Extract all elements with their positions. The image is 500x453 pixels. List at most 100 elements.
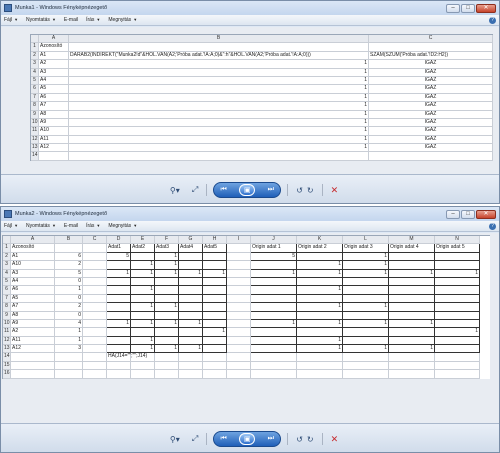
zoom-icon[interactable]: ⚲▾ (162, 432, 188, 446)
delete-icon[interactable]: ✕ (331, 183, 339, 197)
menu-print[interactable]: Nyomtatás ▼ (26, 223, 56, 229)
menu-email[interactable]: E-mail (64, 17, 78, 23)
cell (107, 336, 131, 346)
table-row: 12 A11 1 IGAZ (31, 135, 493, 145)
menu-burn[interactable]: Írás ▼ (86, 17, 100, 23)
separator (287, 184, 289, 196)
cell: A1 (39, 51, 69, 61)
cell (435, 261, 480, 270)
cell: 1 (203, 328, 227, 337)
menu-open-label: Megnyitás (108, 223, 132, 229)
table-row: 3 A10 2 1 1 1 1 (3, 261, 490, 270)
fit-icon[interactable]: ⤢ (192, 183, 198, 197)
cell (55, 370, 83, 379)
cell (435, 303, 480, 312)
menu-open[interactable]: Megnyitás ▼ (108, 17, 137, 23)
next-icon[interactable]: ⏭ (268, 435, 274, 443)
cell (203, 345, 227, 354)
maximize-button[interactable]: □ (461, 209, 475, 219)
app-icon (4, 210, 12, 218)
corner-cell (31, 35, 39, 44)
close-button[interactable]: ✕ (476, 209, 496, 219)
cell: SZÁM(SZUM('Próba adat.'!D2:H2)) (369, 51, 493, 61)
menu-print[interactable]: Nyomtatás ▼ (26, 17, 56, 23)
cell: 1 (69, 135, 369, 145)
cell (69, 152, 369, 161)
cell (297, 252, 343, 262)
column-header: B (69, 35, 369, 44)
column-header: J (251, 236, 297, 245)
cell: 1 (297, 345, 343, 354)
cell: 1 (107, 269, 131, 278)
cell (179, 303, 203, 312)
rotate-left-icon[interactable]: ↺ (296, 183, 303, 197)
cell: A8 (11, 311, 55, 320)
cell: A11 (11, 336, 55, 346)
minimize-button[interactable]: – (446, 209, 460, 219)
menu-email-label: E-mail (63, 17, 79, 23)
row-number: 5 (31, 76, 39, 86)
cell (155, 286, 179, 295)
zoom-icon[interactable]: ⚲▾ (162, 183, 188, 197)
cell (155, 294, 179, 304)
cell: 5 (55, 269, 83, 278)
maximize-button[interactable]: □ (461, 3, 475, 13)
row-number: 1 (31, 43, 39, 52)
next-icon[interactable]: ⏭ (268, 186, 274, 194)
table-row: 9 A8 0 (3, 311, 490, 320)
window-title: Munka1 - Windows Fényképnézegető (15, 5, 108, 11)
cell (179, 311, 203, 320)
cell (179, 370, 203, 379)
menu-open[interactable]: Megnyitás ▼ (108, 223, 137, 229)
menu-file-label: Fájl (4, 17, 13, 23)
menu-email[interactable]: E-mail (64, 223, 78, 229)
table-row: 5 A4 0 (3, 277, 490, 287)
cell (107, 311, 131, 320)
close-button[interactable]: ✕ (476, 3, 496, 13)
menu-file[interactable]: Fájl ▼ (4, 17, 18, 23)
table-row: 5 A4 1 IGAZ (31, 76, 493, 86)
cell: 1 (297, 269, 343, 278)
cell (83, 294, 107, 304)
rotate-right-icon[interactable]: ↻ (307, 432, 314, 446)
prev-icon[interactable]: ⏮ (220, 435, 226, 443)
help-icon[interactable]: ? (489, 222, 496, 230)
cell (83, 269, 107, 278)
cell (227, 345, 251, 354)
prev-icon[interactable]: ⏮ (220, 186, 226, 194)
cell (179, 294, 203, 304)
help-icon[interactable]: ? (489, 16, 496, 24)
slideshow-icon[interactable]: ▣ (239, 184, 256, 196)
cell: 1 (389, 269, 435, 278)
delete-icon[interactable]: ✕ (331, 432, 339, 446)
cell (389, 370, 435, 379)
minimize-button[interactable]: – (446, 3, 460, 13)
cell: 1 (389, 345, 435, 354)
cell (83, 361, 107, 371)
table-row: 7 A6 1 IGAZ (31, 93, 493, 103)
rotate-left-icon[interactable]: ↺ (296, 432, 303, 446)
cell: 1 (55, 328, 83, 337)
cell (107, 361, 131, 371)
cell: 1 (131, 319, 155, 329)
separator (321, 433, 323, 445)
rotate-right-icon[interactable]: ↻ (307, 183, 314, 197)
cell: 5 (251, 252, 297, 262)
menu-burn[interactable]: Írás ▼ (86, 223, 100, 229)
cell: A6 (11, 286, 55, 295)
cell (179, 353, 203, 362)
column-header: F (155, 236, 179, 245)
menu-file[interactable]: Fájl ▼ (4, 223, 18, 229)
slideshow-icon[interactable]: ▣ (239, 433, 256, 445)
header-cell (83, 244, 107, 253)
menu-print-label: Nyomtatás (26, 223, 50, 229)
row-number: 1 (3, 244, 11, 253)
cell (297, 353, 343, 362)
cell: IGAZ (369, 127, 493, 136)
column-header: D (107, 236, 131, 245)
title-bar: Munka1 - Windows Fényképnézegető – □ ✕ (1, 1, 499, 15)
cell (39, 152, 69, 161)
cell: 1 (131, 269, 155, 278)
fit-icon[interactable]: ⤢ (192, 432, 198, 446)
cell (343, 294, 389, 304)
